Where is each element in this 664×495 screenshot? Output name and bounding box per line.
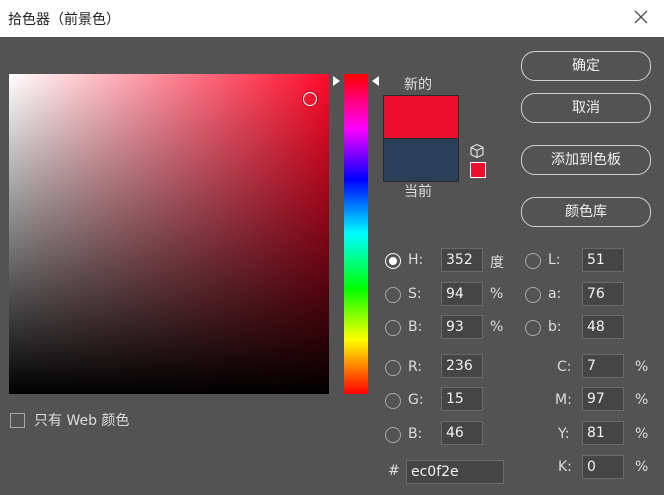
y-label: Y:	[558, 426, 570, 442]
g-input[interactable]	[441, 387, 483, 411]
lab-b-label: b:	[548, 319, 562, 335]
a-label: a:	[548, 286, 562, 302]
web-only-checkbox[interactable]	[10, 413, 25, 428]
l-label: L:	[548, 252, 561, 268]
color-field[interactable]	[9, 74, 329, 394]
g-label: G:	[408, 392, 424, 408]
new-color-swatch	[383, 95, 459, 139]
hue-slider-right-arrow[interactable]	[372, 76, 379, 86]
h-input[interactable]	[441, 248, 483, 272]
h-unit: 度	[490, 255, 504, 271]
color-picker-ring[interactable]	[303, 92, 317, 106]
s-label: S:	[408, 286, 422, 302]
c-input[interactable]	[582, 354, 624, 378]
hex-input[interactable]	[406, 460, 504, 484]
s-unit: %	[490, 286, 504, 302]
web-only-label: 只有 Web 颜色	[34, 413, 130, 429]
current-color-swatch[interactable]	[383, 138, 459, 182]
hue-slider[interactable]	[344, 74, 368, 394]
current-color-label: 当前	[404, 184, 432, 200]
s-input[interactable]	[441, 282, 483, 306]
radio-h[interactable]	[385, 253, 401, 269]
k-input[interactable]	[582, 455, 624, 479]
c-label: C:	[557, 359, 572, 375]
h-label: H:	[408, 252, 424, 268]
window-title: 拾色器（前景色）	[8, 12, 120, 28]
c-unit: %	[635, 359, 649, 375]
k-label: K:	[558, 459, 572, 475]
blue-input[interactable]	[441, 421, 483, 445]
radio-g[interactable]	[385, 393, 401, 409]
new-color-label: 新的	[404, 77, 432, 93]
hue-slider-left-arrow[interactable]	[333, 76, 340, 86]
close-icon[interactable]	[632, 8, 650, 26]
cancel-button[interactable]: 取消	[521, 93, 651, 123]
r-label: R:	[408, 359, 423, 375]
l-input[interactable]	[582, 248, 624, 272]
hex-label: #	[388, 463, 400, 479]
lab-b-input[interactable]	[582, 315, 624, 339]
m-unit: %	[635, 392, 649, 408]
k-unit: %	[635, 459, 649, 475]
brightness-unit: %	[490, 319, 504, 335]
radio-l[interactable]	[525, 253, 541, 269]
radio-s[interactable]	[385, 287, 401, 303]
cube-icon[interactable]	[469, 143, 485, 159]
a-input[interactable]	[582, 282, 624, 306]
title-bar: 拾色器（前景色）	[0, 0, 664, 37]
blue-label: B:	[408, 426, 423, 442]
m-label: M:	[555, 392, 572, 408]
add-to-swatches-button[interactable]: 添加到色板	[521, 145, 651, 175]
m-input[interactable]	[582, 387, 624, 411]
brightness-label: B:	[408, 319, 423, 335]
r-input[interactable]	[441, 354, 483, 378]
radio-blue[interactable]	[385, 427, 401, 443]
radio-brightness[interactable]	[385, 320, 401, 336]
y-unit: %	[635, 426, 649, 442]
y-input[interactable]	[582, 421, 624, 445]
radio-lab-b[interactable]	[525, 320, 541, 336]
web-safe-color-swatch[interactable]	[470, 162, 486, 178]
ok-button[interactable]: 确定	[521, 51, 651, 81]
brightness-input[interactable]	[441, 315, 483, 339]
radio-r[interactable]	[385, 360, 401, 376]
color-libraries-button[interactable]: 颜色库	[521, 197, 651, 227]
radio-a[interactable]	[525, 287, 541, 303]
